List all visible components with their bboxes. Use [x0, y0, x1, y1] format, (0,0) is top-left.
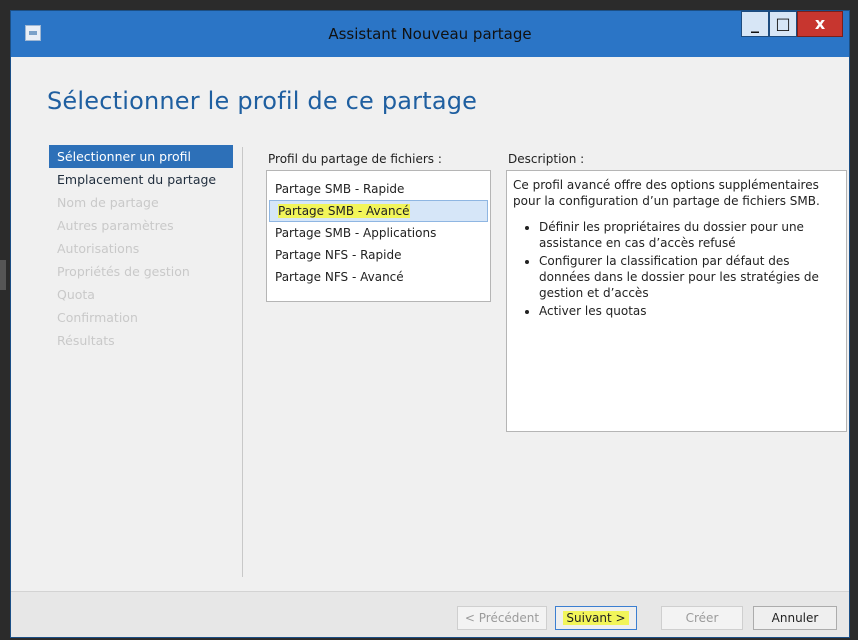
step-quota: Quota: [57, 287, 95, 302]
profile-item-nfs-quick[interactable]: Partage NFS - Rapide: [267, 244, 490, 266]
description-bullet: Activer les quotas: [539, 303, 840, 319]
description-bullet: Configurer la classification par défaut …: [539, 253, 840, 301]
wizard-footer: < Précédent Suivant > Créer Annuler: [11, 591, 849, 637]
step-share-location[interactable]: Emplacement du partage: [49, 168, 233, 191]
title-bar[interactable]: Assistant Nouveau partage _ □ x: [11, 11, 849, 57]
step-select-profile[interactable]: Sélectionner un profil: [49, 145, 233, 168]
profile-item-smb-advanced[interactable]: Partage SMB - Avancé: [269, 200, 488, 222]
profile-item-nfs-advanced[interactable]: Partage NFS - Avancé: [267, 266, 490, 288]
profile-item-smb-advanced-label: Partage SMB - Avancé: [278, 204, 410, 218]
profile-list-label: Profil du partage de fichiers :: [268, 152, 442, 166]
description-label: Description :: [508, 152, 585, 166]
previous-button[interactable]: < Précédent: [457, 606, 547, 630]
next-button-label: Suivant >: [563, 611, 629, 625]
background-window-edge: [0, 260, 6, 290]
window-title: Assistant Nouveau partage: [328, 25, 532, 43]
step-permissions: Autorisations: [57, 241, 140, 256]
profile-item-smb-applications[interactable]: Partage SMB - Applications: [267, 222, 490, 244]
description-bullet: Définir les propriétaires du dossier pou…: [539, 219, 840, 251]
profile-listbox[interactable]: Partage SMB - Rapide Partage SMB - Avanc…: [266, 170, 491, 302]
step-other-settings: Autres paramètres: [57, 218, 174, 233]
page-title: Sélectionner le profil de ce partage: [47, 87, 478, 115]
create-button[interactable]: Créer: [661, 606, 743, 630]
close-button[interactable]: x: [797, 11, 843, 37]
description-box: Ce profil avancé offre des options suppl…: [506, 170, 847, 432]
step-confirmation: Confirmation: [57, 310, 138, 325]
step-management-properties: Propriétés de gestion: [57, 264, 190, 279]
description-bullets: Définir les propriétaires du dossier pou…: [513, 219, 840, 319]
steps-divider: [242, 147, 243, 577]
profile-item-smb-quick[interactable]: Partage SMB - Rapide: [267, 178, 490, 200]
minimize-button[interactable]: _: [741, 11, 769, 37]
step-results: Résultats: [57, 333, 115, 348]
step-share-name: Nom de partage: [57, 195, 159, 210]
cancel-button[interactable]: Annuler: [753, 606, 837, 630]
wizard-steps: Sélectionner un profil Emplacement du pa…: [49, 145, 233, 352]
description-intro: Ce profil avancé offre des options suppl…: [513, 178, 820, 208]
next-button[interactable]: Suivant >: [555, 606, 637, 630]
wizard-window: Assistant Nouveau partage _ □ x Sélectio…: [10, 10, 850, 638]
maximize-button[interactable]: □: [769, 11, 797, 37]
